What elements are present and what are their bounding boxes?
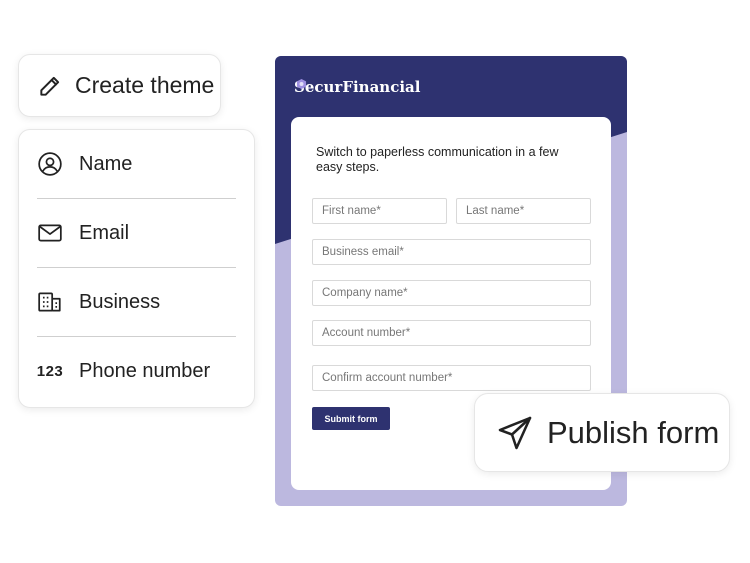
field-item-label: Phone number bbox=[79, 360, 211, 382]
create-theme-button[interactable]: Create theme bbox=[18, 54, 221, 117]
number-icon: 123 bbox=[36, 363, 64, 380]
account-number-input[interactable]: Account number* bbox=[312, 320, 591, 346]
mail-icon bbox=[37, 220, 63, 246]
field-item-name[interactable]: Name bbox=[37, 130, 236, 199]
user-circle-icon bbox=[37, 151, 63, 177]
last-name-input[interactable]: Last name* bbox=[456, 198, 591, 224]
publish-form-label: Publish form bbox=[547, 414, 720, 450]
pencil-icon bbox=[40, 76, 60, 96]
company-name-input[interactable]: Company name* bbox=[312, 280, 591, 306]
building-icon bbox=[37, 289, 63, 315]
submit-form-button[interactable]: Submit form bbox=[312, 407, 390, 430]
first-name-input[interactable]: First name* bbox=[312, 198, 447, 224]
form-intro: Switch to paperless communication in a f… bbox=[316, 145, 559, 174]
business-email-input[interactable]: Business email* bbox=[312, 239, 591, 265]
hexagon-icon bbox=[296, 78, 307, 90]
create-theme-label: Create theme bbox=[75, 72, 215, 98]
field-list: Name Email Business 123 Phone number bbox=[18, 129, 255, 408]
confirm-account-input[interactable]: Confirm account number* bbox=[312, 365, 591, 391]
field-item-label: Name bbox=[79, 152, 133, 175]
field-item-label: Email bbox=[79, 221, 130, 244]
send-icon bbox=[498, 416, 532, 449]
field-item-label: Business bbox=[79, 290, 161, 313]
field-item-phone[interactable]: 123 Phone number bbox=[37, 337, 236, 406]
brand-logo: Secur Financial bbox=[294, 78, 421, 96]
publish-form-button[interactable]: Publish form bbox=[474, 393, 730, 472]
field-item-business[interactable]: Business bbox=[37, 268, 236, 337]
field-item-email[interactable]: Email bbox=[37, 199, 236, 268]
